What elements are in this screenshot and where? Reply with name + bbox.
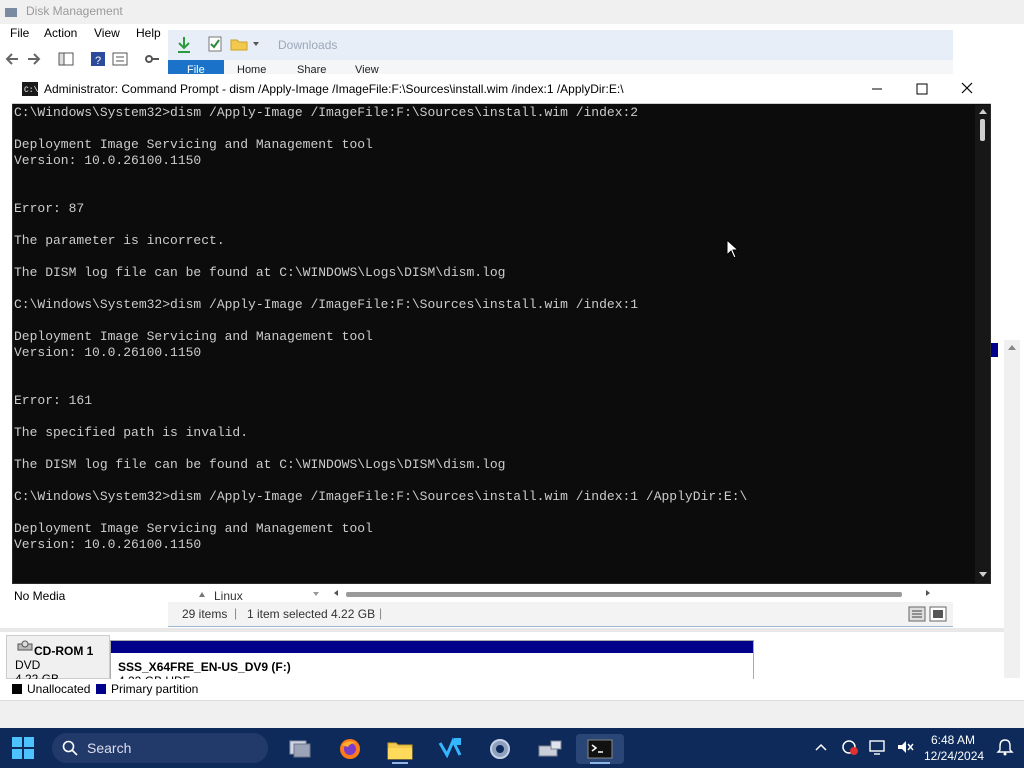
download-icon bbox=[178, 37, 190, 53]
menu-help[interactable]: Help bbox=[136, 26, 161, 40]
cmd-app-icon: C:\ bbox=[22, 82, 38, 96]
hscroll-right-icon[interactable] bbox=[924, 589, 932, 597]
taskbar-file-explorer[interactable] bbox=[380, 734, 420, 764]
explorer-statusbar: 29 items | 1 item selected 4.22 GB | bbox=[168, 602, 953, 626]
running-indicator bbox=[392, 762, 408, 764]
no-media-label: No Media bbox=[14, 589, 66, 603]
status-items-count: 29 items bbox=[182, 607, 228, 621]
status-divider-2: | bbox=[379, 606, 383, 620]
taskbar-terminal[interactable] bbox=[576, 734, 624, 764]
svg-text:?: ? bbox=[95, 55, 101, 67]
menu-action[interactable]: Action bbox=[44, 26, 77, 40]
explorer-titlebar: Downloads bbox=[168, 30, 953, 60]
disk-management-toolbar: ? bbox=[0, 46, 170, 72]
scroll-up-arrow-icon[interactable] bbox=[1004, 340, 1020, 356]
properties-check-icon[interactable] bbox=[208, 36, 222, 52]
legend-swatch-primary bbox=[96, 684, 106, 694]
back-arrow-icon[interactable] bbox=[4, 52, 20, 66]
usb-tool-icon bbox=[538, 740, 562, 757]
expand-chevron-icon[interactable] bbox=[198, 590, 206, 598]
cdrom-disk-info[interactable]: CD-ROM 1 DVD 4.22 GB bbox=[6, 635, 110, 680]
hscroll-left-icon[interactable] bbox=[332, 589, 340, 597]
help-icon[interactable]: ? bbox=[90, 51, 106, 67]
cmd-scroll-thumb[interactable] bbox=[980, 119, 985, 141]
new-folder-icon[interactable] bbox=[230, 37, 248, 51]
console-tree-icon[interactable] bbox=[58, 51, 74, 67]
windows-start-icon[interactable] bbox=[12, 737, 34, 759]
cdrom-name: CD-ROM 1 bbox=[34, 644, 94, 658]
terminal-running-indicator bbox=[590, 762, 610, 764]
legend-unallocated: Unallocated bbox=[27, 682, 91, 696]
disk-management-app-icon bbox=[5, 8, 17, 17]
forward-arrow-icon[interactable] bbox=[26, 52, 42, 66]
chevron-up-icon[interactable] bbox=[814, 741, 828, 753]
sync-alert-icon[interactable] bbox=[840, 738, 858, 756]
taskbar-firefox[interactable] bbox=[330, 734, 370, 764]
close-icon[interactable] bbox=[960, 81, 974, 95]
clock-time[interactable]: 6:48 AM bbox=[931, 733, 975, 747]
mouse-pointer-icon bbox=[726, 239, 740, 259]
nav-scroll-down-icon[interactable] bbox=[312, 590, 320, 598]
search-placeholder: Search bbox=[87, 740, 132, 756]
taskbar-visual-studio[interactable] bbox=[430, 734, 470, 764]
cmd-scroll-up-icon[interactable] bbox=[978, 107, 988, 115]
minimize-icon[interactable] bbox=[870, 82, 884, 96]
cdrom-volume[interactable]: SSS_X64FRE_EN-US_DV9 (F:) 4.22 GB UDF bbox=[110, 640, 754, 680]
quick-access-dropdown-icon[interactable] bbox=[252, 40, 260, 48]
disk-info-nomedia: No Media bbox=[0, 584, 111, 628]
menu-file[interactable]: File bbox=[10, 26, 29, 40]
disk-management-titlebar: Disk Management bbox=[0, 0, 1024, 24]
legend-swatch-unallocated bbox=[12, 684, 22, 694]
cmd-scrollbar[interactable] bbox=[975, 105, 990, 583]
taskbar-search[interactable]: Search bbox=[52, 733, 268, 763]
visual-studio-icon bbox=[438, 737, 462, 759]
horizontal-scrollbar-thumb[interactable] bbox=[346, 592, 902, 597]
cmd-title: Administrator: Command Prompt - dism /Ap… bbox=[44, 82, 624, 96]
maximize-icon[interactable] bbox=[915, 82, 929, 96]
explorer-nav-strip: Linux bbox=[168, 584, 953, 602]
close-button[interactable] bbox=[944, 74, 990, 102]
primary-partition-bar bbox=[111, 641, 753, 653]
file-explorer-icon bbox=[387, 742, 413, 760]
network-icon[interactable] bbox=[868, 738, 886, 756]
disk-scrollbar[interactable] bbox=[1004, 340, 1020, 678]
details-view-icon[interactable] bbox=[908, 606, 926, 622]
speaker-muted-icon[interactable] bbox=[896, 738, 914, 756]
legend-primary: Primary partition bbox=[111, 682, 199, 696]
cmd-output[interactable]: C:\Windows\System32>dism /Apply-Image /I… bbox=[14, 105, 974, 581]
menu-view[interactable]: View bbox=[94, 26, 120, 40]
taskbar-settings[interactable] bbox=[480, 734, 520, 764]
cmd-titlebar[interactable]: C:\ Administrator: Command Prompt - dism… bbox=[12, 74, 991, 104]
legend: Unallocated Primary partition bbox=[6, 679, 1018, 699]
taskbar-usb-tool[interactable] bbox=[530, 734, 570, 764]
search-icon bbox=[62, 740, 78, 756]
cdrom-icon bbox=[17, 640, 33, 651]
terminal-icon bbox=[587, 739, 613, 759]
settings-icon bbox=[490, 739, 510, 759]
taskbar-task-view[interactable] bbox=[280, 734, 320, 764]
disk-separator bbox=[0, 628, 1004, 632]
key-icon[interactable] bbox=[144, 51, 160, 67]
notification-bell-icon[interactable] bbox=[996, 738, 1014, 756]
properties-icon[interactable] bbox=[112, 51, 128, 67]
clock-date[interactable]: 12/24/2024 bbox=[924, 749, 984, 763]
nav-item-linux[interactable]: Linux bbox=[214, 589, 243, 602]
cmd-scroll-down-icon[interactable] bbox=[978, 571, 988, 579]
cdrom-type: DVD bbox=[15, 658, 41, 672]
firefox-icon bbox=[340, 739, 360, 759]
explorer-title: Downloads bbox=[278, 38, 338, 52]
primary-partition-bar-fragment bbox=[990, 343, 998, 357]
svg-text:C:\: C:\ bbox=[24, 86, 38, 95]
disk-management-statusbar bbox=[0, 700, 1024, 729]
disk-management-title: Disk Management bbox=[26, 4, 123, 18]
status-selected: 1 item selected 4.22 GB bbox=[247, 607, 376, 621]
disk-nomedia-spacer bbox=[110, 584, 168, 628]
task-view-icon bbox=[289, 740, 311, 758]
cdrom-volume-label: SSS_X64FRE_EN-US_DV9 (F:) bbox=[118, 660, 291, 674]
status-divider: | bbox=[234, 606, 238, 620]
large-icons-view-icon[interactable] bbox=[929, 606, 947, 622]
